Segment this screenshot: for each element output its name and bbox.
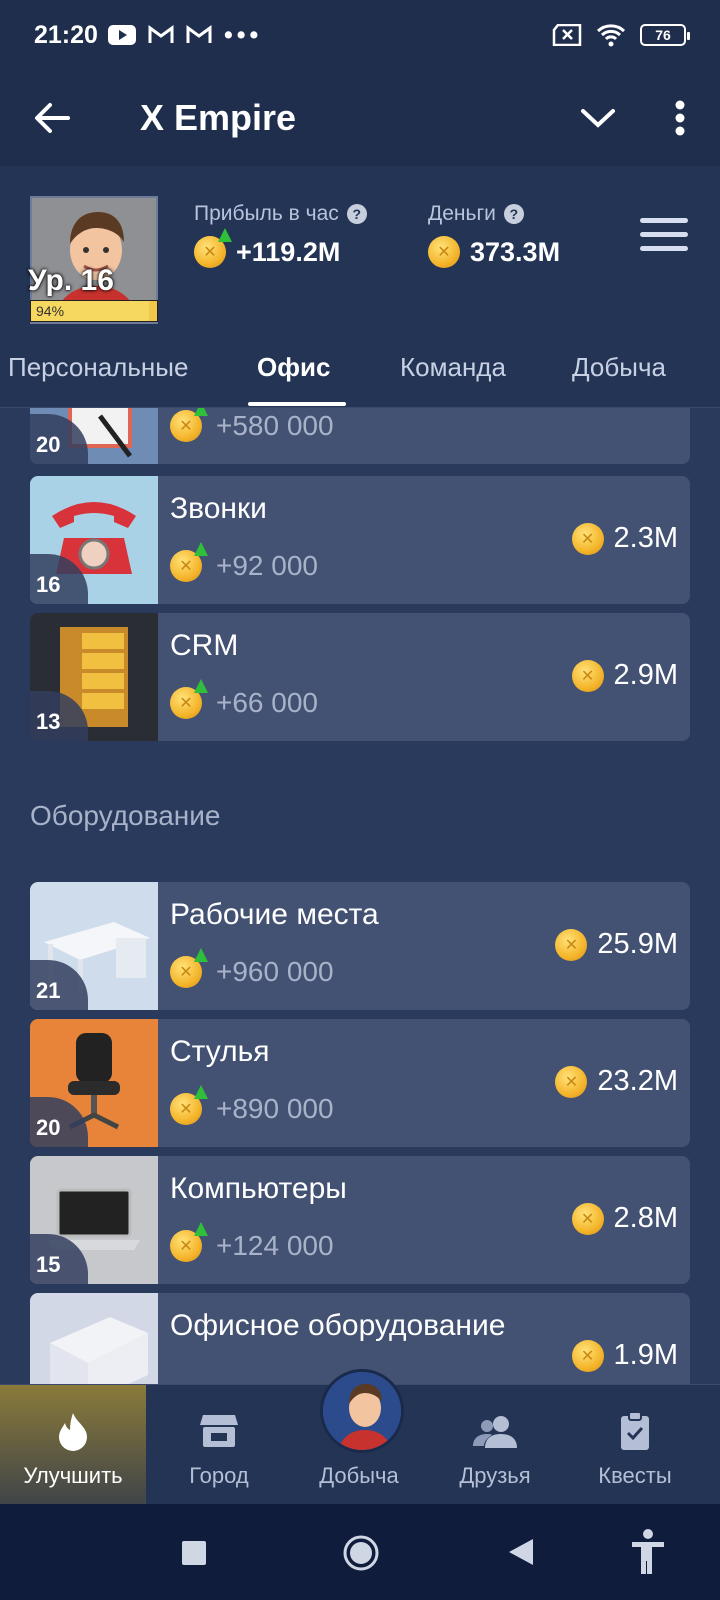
nav-label: Улучшить (23, 1463, 123, 1488)
section-title-equipment: Оборудование (30, 800, 221, 831)
bottom-navigation: Улучшить Город Добыча Друзья Квесты (0, 1369, 720, 1505)
store-icon (146, 1411, 292, 1451)
card-name: CRM (170, 629, 239, 662)
accessibility-icon[interactable] (630, 1528, 666, 1574)
money-value: 373.3M (470, 236, 561, 267)
coin-up-icon: ✕ (170, 1222, 208, 1262)
card-price: 23.2M (597, 1065, 678, 1097)
home-circle-icon[interactable] (342, 1534, 380, 1572)
battery-indicator: 76 (640, 24, 690, 46)
nav-city[interactable]: Город (146, 1385, 292, 1505)
card-price: 2.3M (613, 522, 678, 554)
hamburger-menu-icon[interactable] (640, 218, 688, 260)
status-time: 21:20 (34, 20, 98, 49)
upgrade-card[interactable]: 21 Рабочие места ✕ +960 000 ✕ 25.9M (30, 882, 690, 1010)
coin-icon: ✕ (571, 1202, 604, 1235)
tab-personal[interactable]: Персональные (8, 352, 188, 383)
gmail-icon (186, 25, 212, 43)
system-navigation-bar (0, 1504, 720, 1600)
sim-off-icon (552, 24, 582, 46)
nav-friends[interactable]: Друзья (422, 1385, 568, 1505)
tab-mining[interactable]: Добыча (572, 352, 666, 383)
card-price: 25.9M (597, 928, 678, 960)
flame-icon (0, 1411, 146, 1451)
card-price: 1.9M (613, 1339, 678, 1371)
nav-label: Город (189, 1463, 249, 1488)
tab-team[interactable]: Команда (400, 352, 506, 383)
notification-icons: ••• (107, 20, 263, 50)
clipboard-icon (562, 1411, 708, 1451)
level-label: Ур. 16 (28, 264, 114, 297)
card-price: 2.9M (613, 659, 678, 691)
coin-icon: ✕ (571, 659, 604, 692)
card-name: Звонки (170, 492, 267, 525)
upgrade-card[interactable]: 13 CRM ✕ +66 000 ✕ 2.9M (30, 613, 690, 741)
card-name: Компьютеры (170, 1172, 347, 1205)
gmail-icon (148, 25, 174, 43)
avatar[interactable] (320, 1369, 404, 1453)
card-price: 2.8M (613, 1202, 678, 1234)
money-label: Деньги (428, 202, 496, 225)
back-arrow-icon[interactable] (34, 102, 70, 134)
card-name: Рабочие места (170, 898, 379, 931)
wifi-icon (596, 24, 626, 47)
more-notifications-icon: ••• (223, 20, 263, 49)
recents-square-icon[interactable] (181, 1540, 207, 1566)
coin-up-icon: ✕ (194, 228, 232, 268)
card-profit: +124 000 (216, 1230, 334, 1261)
active-tab-indicator (248, 402, 346, 406)
upgrade-card[interactable]: 20 Стулья ✕ +890 000 ✕ 23.2M (30, 1019, 690, 1147)
coin-icon: ✕ (571, 1339, 604, 1372)
coin-icon: ✕ (428, 236, 460, 268)
app-title: X Empire (140, 97, 297, 138)
category-tabs: Персональные Офис Команда Добыча (0, 338, 720, 408)
help-icon[interactable]: ? (503, 204, 524, 224)
coin-up-icon: ✕ (170, 542, 208, 582)
card-profit: +960 000 (216, 956, 334, 987)
profit-per-hour: Прибыль в час? ✕ +119.2M (194, 202, 367, 268)
friends-icon (422, 1411, 568, 1451)
nav-label: Добыча (319, 1463, 399, 1488)
card-profit: +92 000 (216, 550, 318, 581)
profit-value: +119.2M (236, 236, 341, 267)
card-thumbnail (30, 1293, 158, 1388)
coin-up-icon: ✕ (170, 1085, 208, 1125)
tab-office[interactable]: Офис (257, 352, 330, 383)
upgrade-card[interactable]: 15 Компьютеры ✕ +124 000 ✕ 2.8M (30, 1156, 690, 1284)
upgrade-card[interactable]: 20 ✕ +580 000 (30, 408, 690, 464)
card-name: Стулья (170, 1035, 270, 1068)
more-vertical-icon[interactable] (674, 100, 686, 136)
card-name: Офисное оборудование (170, 1309, 506, 1342)
upgrade-list[interactable]: 20 ✕+580 000 16 Звонки ✕+92 000 ✕2.3M (0, 408, 720, 1388)
youtube-icon (107, 25, 136, 45)
nav-upgrade[interactable]: Улучшить (0, 1385, 146, 1505)
level-progress-label: 94% (36, 303, 65, 319)
app-bar: X Empire (0, 70, 720, 166)
upgrade-card[interactable]: 16 Звонки ✕ +92 000 ✕ 2.3M (30, 476, 690, 604)
coin-icon: ✕ (555, 1065, 588, 1098)
status-bar: 21:20 ••• 76 (0, 0, 720, 70)
back-triangle-icon[interactable] (507, 1537, 535, 1567)
printer-illustration (50, 1317, 148, 1388)
profit-label: Прибыль в час (194, 202, 339, 225)
help-icon[interactable]: ? (346, 204, 367, 224)
card-profit: +890 000 (216, 1093, 334, 1124)
battery-level: 76 (655, 27, 671, 43)
card-profit: +580 000 (216, 410, 334, 441)
money-balance: Деньги? ✕ 373.3M (428, 202, 560, 268)
coin-icon: ✕ (555, 928, 588, 961)
coin-up-icon: ✕ (170, 948, 208, 988)
coin-up-icon: ✕ (170, 408, 208, 442)
level-progress-bar: 94% (30, 300, 158, 322)
coin-up-icon: ✕ (170, 679, 208, 719)
nav-quests[interactable]: Квесты (562, 1385, 708, 1505)
nav-label: Квесты (598, 1463, 672, 1488)
card-profit: +66 000 (216, 687, 318, 718)
coin-icon: ✕ (571, 522, 604, 555)
chevron-down-icon[interactable] (580, 106, 616, 130)
nav-label: Друзья (459, 1463, 531, 1488)
